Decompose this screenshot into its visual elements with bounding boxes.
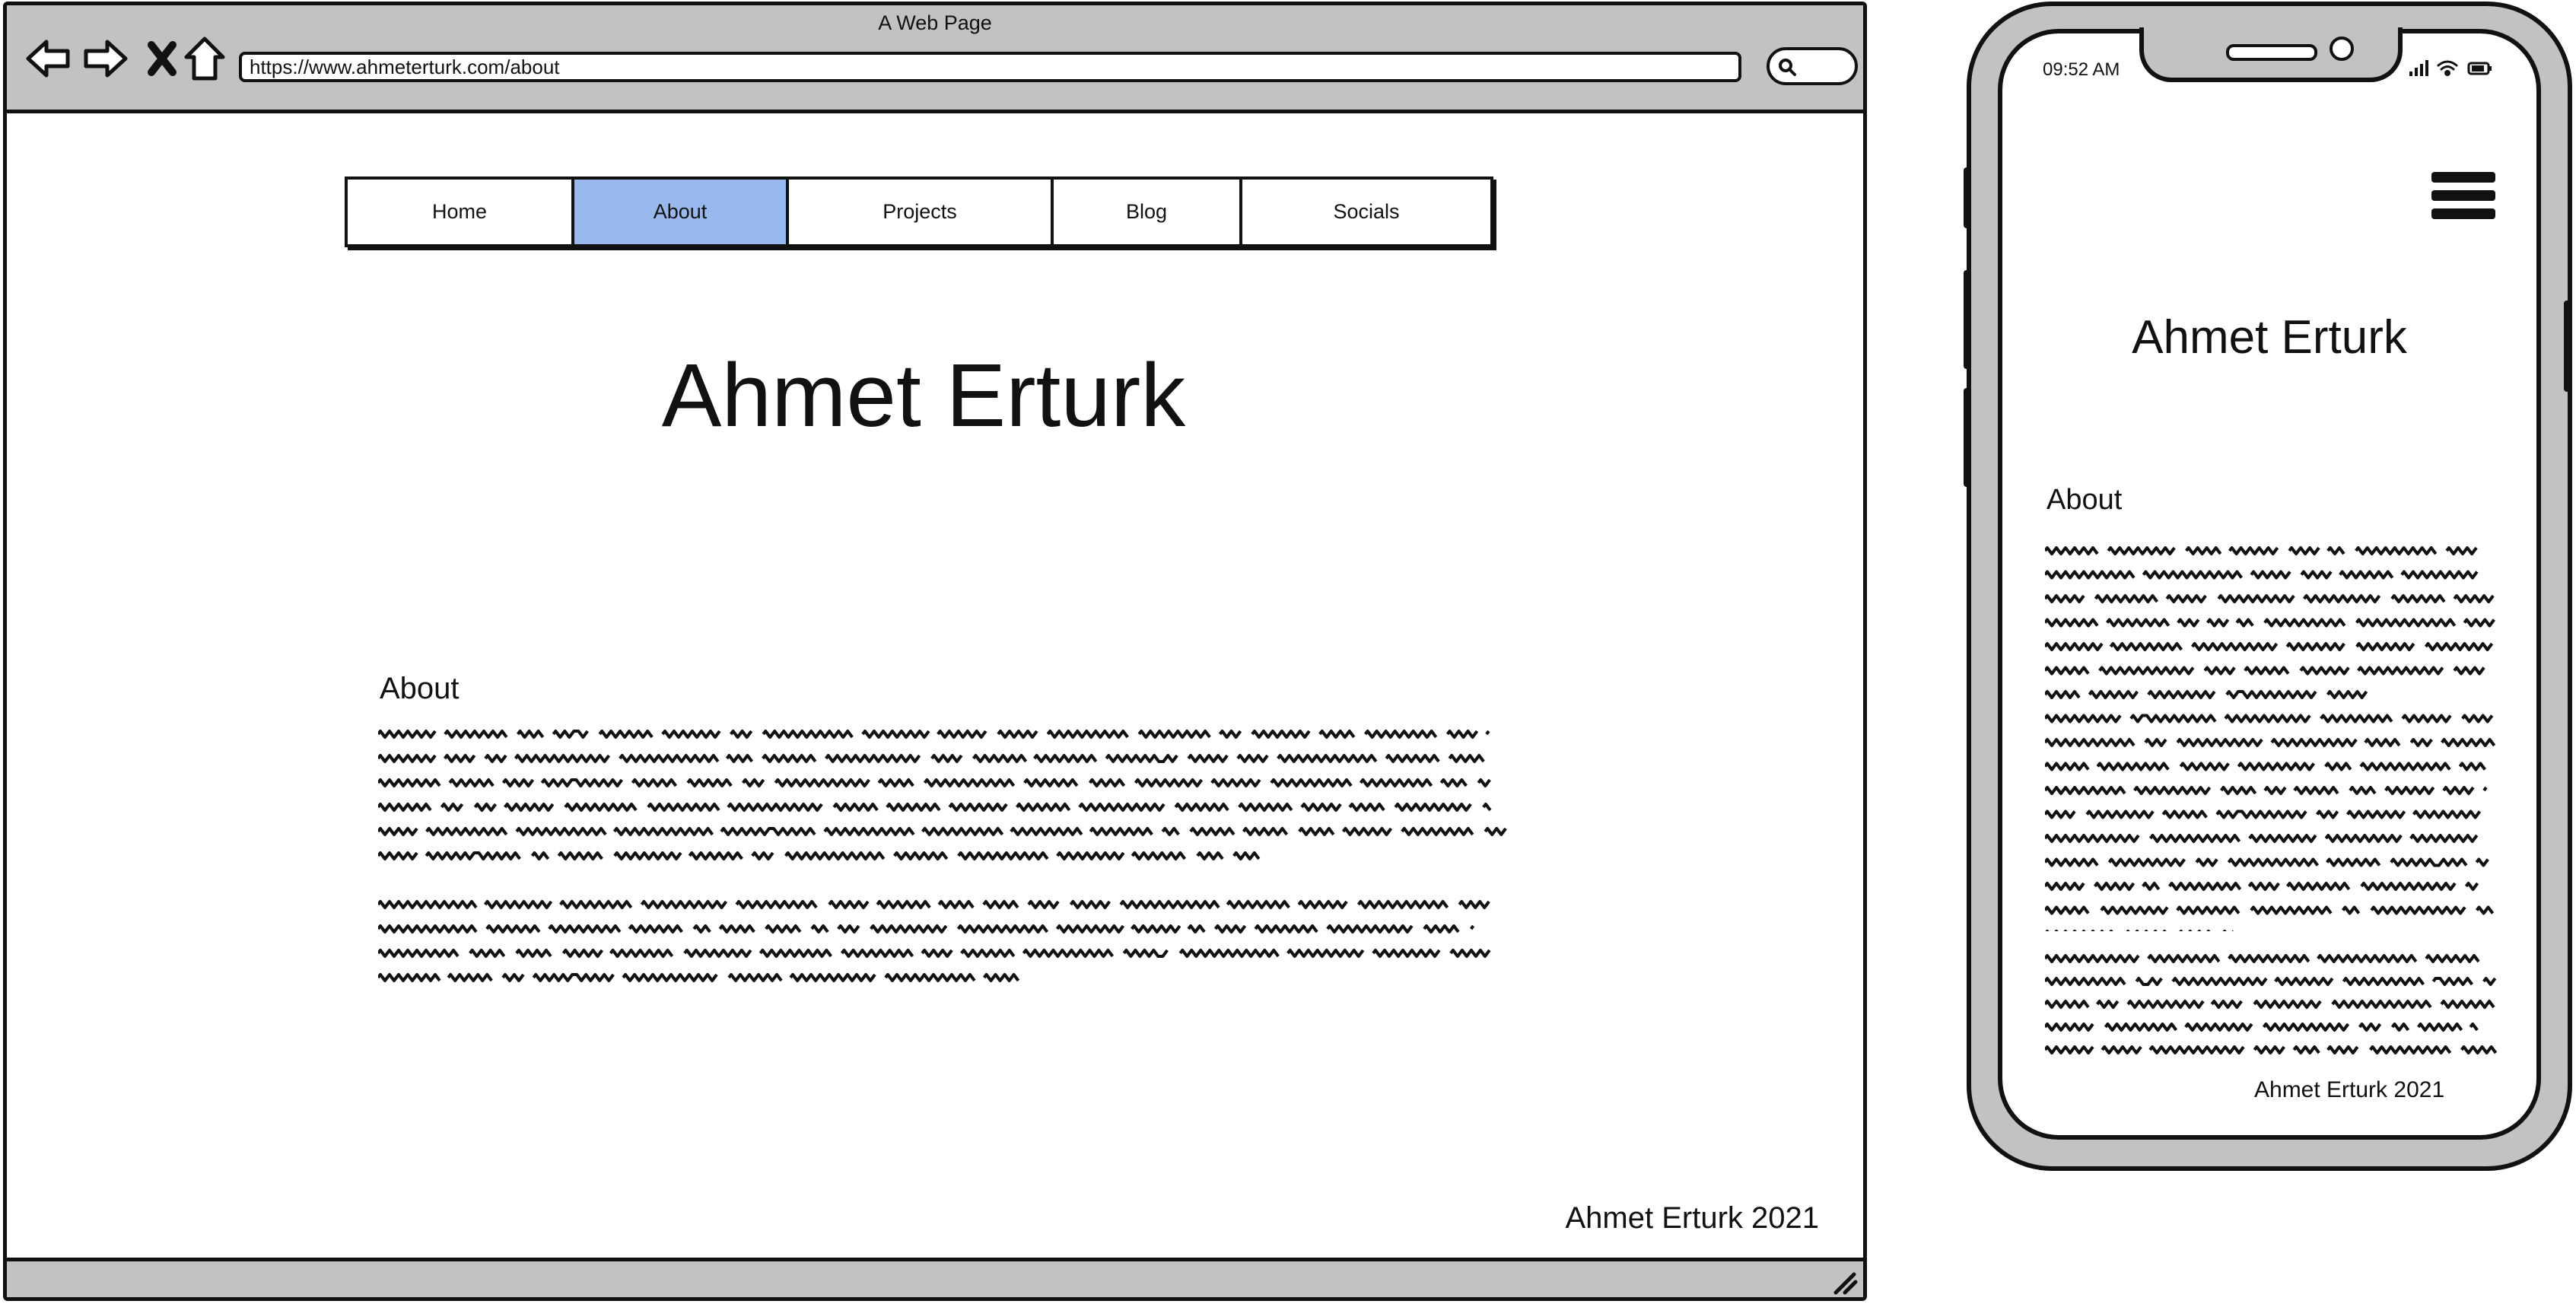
hamburger-menu-icon[interactable]: [2431, 172, 2495, 231]
main-nav: Home About Projects Blog Socials: [345, 177, 1493, 247]
phone-volume-down-button: [1964, 388, 1971, 487]
phone-about-heading: About: [2046, 484, 2123, 516]
nav-home[interactable]: Home: [348, 180, 574, 244]
search-icon: [1779, 59, 1796, 76]
phone-page-title: Ahmet Erturk: [2132, 311, 2407, 364]
phone-about-paragraph-2: [2045, 954, 2498, 1054]
phone-power-button: [2564, 301, 2571, 392]
browser-status-bar: [7, 1258, 1863, 1297]
nav-about[interactable]: About: [574, 180, 789, 244]
signal-icon: [2409, 60, 2428, 76]
about-paragraph-2: [378, 900, 1491, 982]
stop-icon[interactable]: [138, 34, 186, 83]
about-paragraph-1: [378, 730, 1507, 860]
status-time: 09:52 AM: [2043, 59, 2120, 80]
phone-side-button: [1964, 167, 1971, 228]
phone-about-paragraph-1: [2045, 546, 2496, 931]
resize-grip-icon[interactable]: [1828, 1265, 1859, 1296]
nav-projects[interactable]: Projects: [789, 180, 1054, 244]
speaker-icon: [2226, 44, 2317, 61]
nav-socials[interactable]: Socials: [1242, 180, 1490, 244]
wifi-icon: [2437, 60, 2458, 76]
browser-toolbar: A Web Page https://www.ahmeterturk.com/a…: [7, 5, 1863, 113]
about-heading: About: [380, 672, 460, 705]
phone-page-footer: Ahmet Erturk 2021: [2254, 1077, 2445, 1102]
phone-volume-up-button: [1964, 270, 1971, 369]
home-icon[interactable]: [180, 34, 229, 83]
browser-window: A Web Page https://www.ahmeterturk.com/a…: [3, 2, 1867, 1301]
status-icons: [2408, 56, 2499, 83]
nav-blog[interactable]: Blog: [1054, 180, 1242, 244]
back-icon[interactable]: [24, 34, 72, 83]
browser-search-box[interactable]: [1767, 47, 1858, 85]
window-title: A Web Page: [878, 11, 992, 34]
forward-icon[interactable]: [81, 34, 130, 83]
address-bar[interactable]: https://www.ahmeterturk.com/about: [239, 52, 1741, 82]
page-footer: Ahmet Erturk 2021: [1565, 1201, 1820, 1235]
page-title: Ahmet Erturk: [661, 345, 1186, 446]
battery-icon: [2467, 62, 2492, 75]
camera-icon: [2330, 37, 2354, 61]
